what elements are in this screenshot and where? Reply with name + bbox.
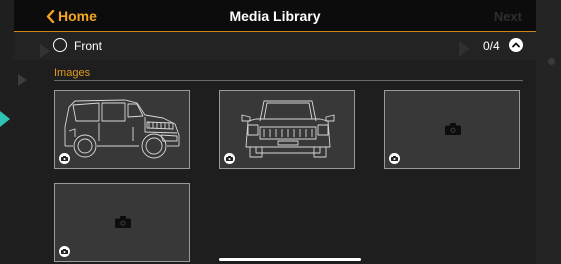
front-section-row[interactable]: Front 0/4 [14, 32, 536, 60]
right-dot [548, 58, 555, 65]
camera-icon [61, 249, 68, 254]
camera-icon [391, 156, 398, 161]
collapse-button[interactable] [509, 38, 523, 52]
camera-badge [389, 153, 400, 164]
nav-bar: Home Media Library Next [14, 0, 536, 32]
radio-icon[interactable] [53, 38, 67, 52]
ghost-play-icon-right [459, 41, 470, 57]
camera-badge [59, 153, 70, 164]
images-heading: Images [54, 67, 91, 79]
ghost-play-icon [40, 44, 50, 58]
camera-badge [59, 246, 70, 257]
image-counter: 0/4 [483, 39, 500, 53]
right-background-strip [536, 0, 561, 264]
teal-arrow-marker [0, 111, 10, 127]
camera-icon [226, 156, 233, 161]
thumb-side-view[interactable] [54, 90, 190, 169]
thumb-empty-2[interactable] [54, 183, 190, 262]
thumb-empty-1[interactable] [384, 90, 520, 169]
next-button[interactable]: Next [494, 9, 522, 24]
chevron-up-icon [512, 42, 520, 48]
car-side-outline [64, 99, 180, 159]
car-front-outline [241, 100, 335, 158]
sidebar-play-icon [18, 74, 27, 86]
thumb-front-view[interactable] [219, 90, 355, 169]
left-background-strip [0, 0, 14, 264]
camera-placeholder-icon [115, 216, 131, 228]
home-indicator [219, 258, 361, 261]
section-label: Front [74, 39, 103, 53]
images-divider [54, 80, 523, 81]
camera-placeholder-icon [445, 123, 461, 135]
media-library-screen: Home Media Library Next Front 0/4 Images [14, 0, 536, 264]
page-title: Media Library [229, 8, 321, 24]
camera-icon [61, 156, 68, 161]
camera-badge [224, 153, 235, 164]
